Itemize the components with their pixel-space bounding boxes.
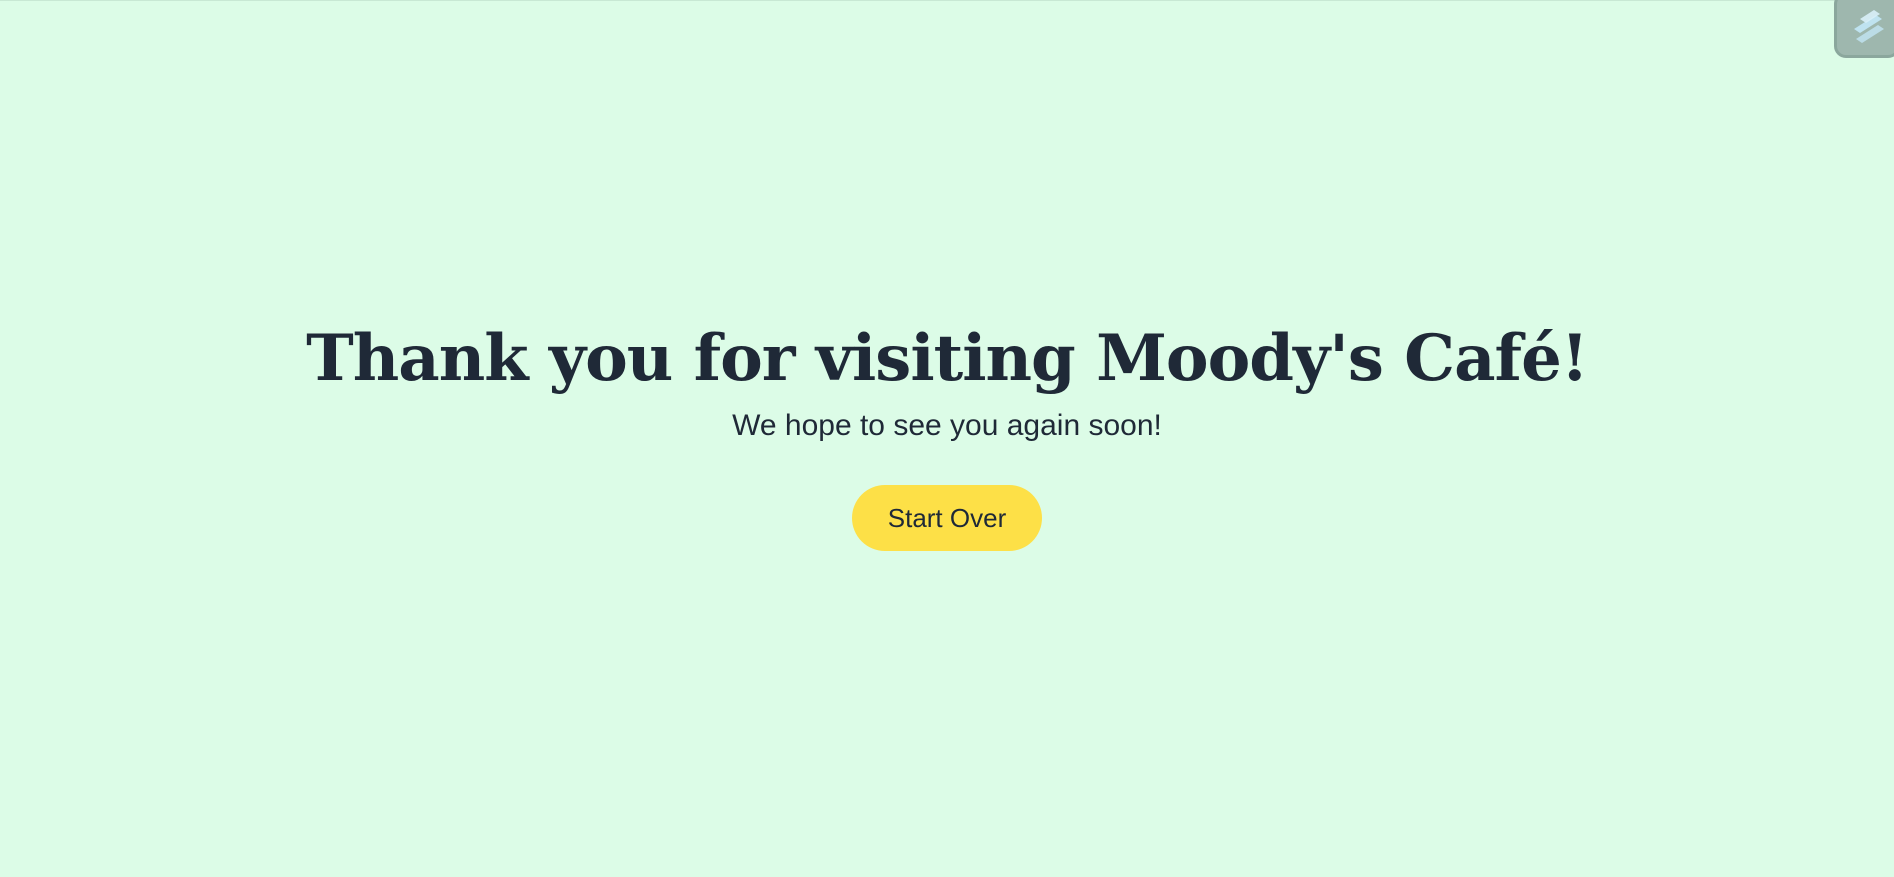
see-you-again-message: We hope to see you again soon! [732, 409, 1162, 442]
thank-you-heading: Thank you for visiting Moody's Café! [306, 321, 1589, 396]
corner-widget-button[interactable] [1834, 0, 1894, 58]
stack-layers-icon [1854, 10, 1884, 43]
start-over-button[interactable]: Start Over [851, 485, 1043, 551]
thank-you-panel: Thank you for visiting Moody's Café! We … [0, 315, 1894, 551]
top-border-line [0, 0, 1894, 1]
